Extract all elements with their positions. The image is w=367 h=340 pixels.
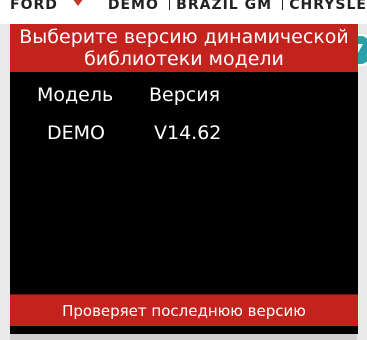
version-row[interactable]: DEMO V14.62	[10, 122, 358, 152]
divider	[168, 0, 171, 10]
background-right	[357, 24, 367, 340]
check-latest-version-button[interactable]: Проверяет последнюю версию	[10, 294, 358, 327]
brand-chrysler: CHRYSLE	[289, 0, 367, 13]
background-left	[0, 24, 10, 340]
brand-ford: FORD	[10, 0, 58, 13]
dialog-title-line1: Выберите версию динамической	[19, 26, 349, 48]
brand-brazil-gm: BRAZIL GM	[176, 0, 273, 13]
triangle-icon	[71, 0, 84, 6]
column-headers: Модель Версия	[10, 84, 358, 110]
row-version: V14.62	[154, 122, 222, 144]
column-header-model: Модель	[37, 84, 114, 106]
version-select-dialog: Выберите версию динамической библиотеки …	[10, 24, 358, 334]
brand-demo: DEMO	[107, 0, 159, 13]
background-brand-strip: FORD DEMO BRAZIL GM CHRYSLE	[0, 0, 367, 24]
dialog-title: Выберите версию динамической библиотеки …	[10, 24, 358, 72]
column-header-version: Версия	[149, 84, 221, 106]
row-model: DEMO	[47, 122, 105, 144]
divider	[282, 0, 284, 10]
dialog-bottom-edge	[10, 326, 358, 334]
dialog-title-line2: библиотеки модели	[84, 48, 284, 70]
